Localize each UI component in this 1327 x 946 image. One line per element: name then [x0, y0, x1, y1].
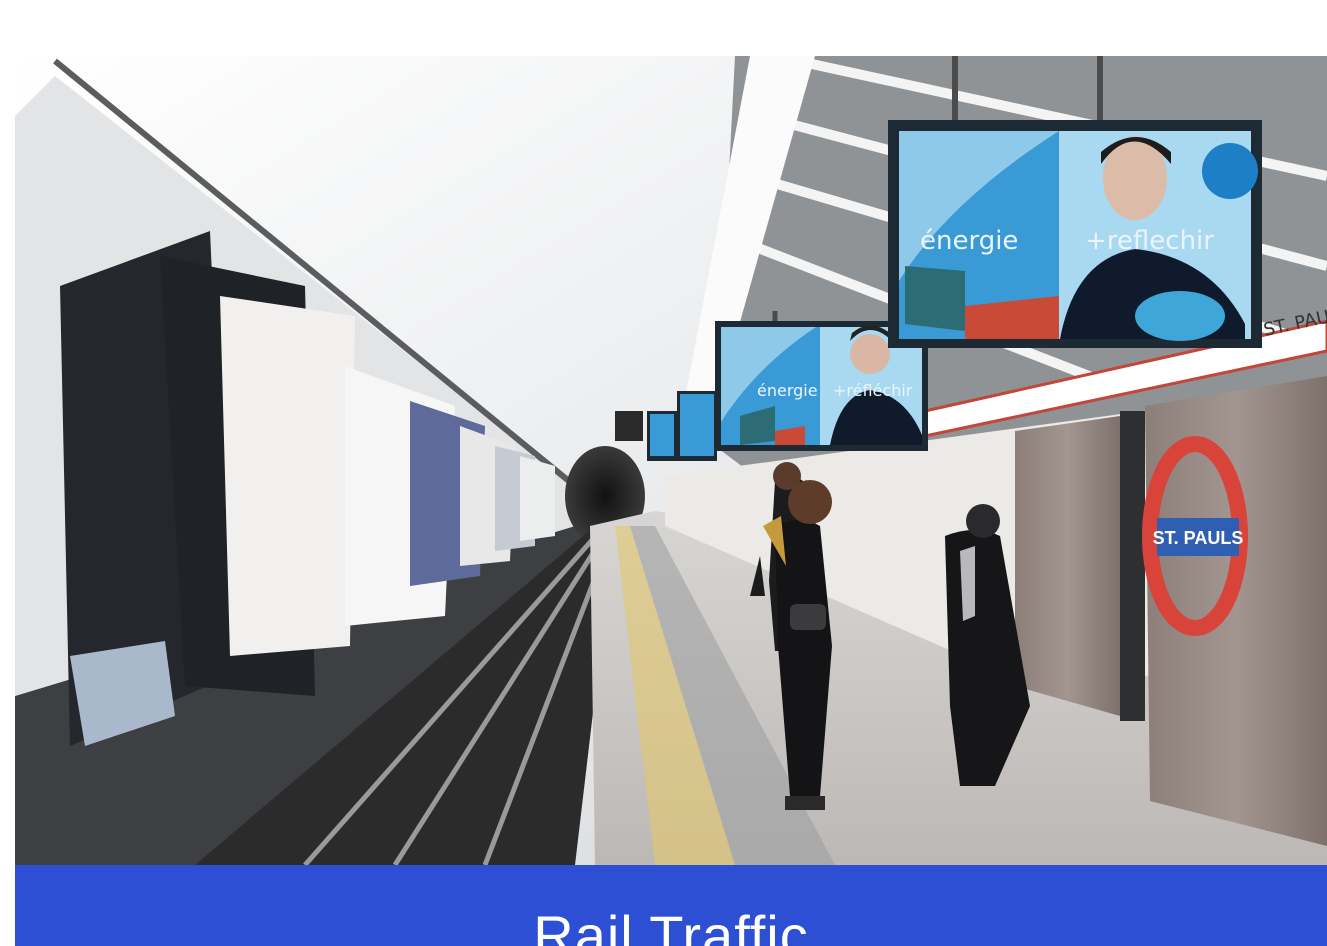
pillar-gap [1120, 411, 1145, 721]
large-screen-word-left: énergie [920, 226, 1018, 256]
large-screen-word-right: +reflechir [1085, 226, 1214, 256]
subway-platform-photo: ST. PAULS ST. PAULS énergie +réfléchir é… [15, 56, 1327, 865]
small-screen-word-right: +réfléchir [833, 381, 913, 400]
caption-title: Rail Traffic [533, 904, 809, 946]
caption-bar: Rail Traffic [15, 865, 1327, 946]
station-sign-label: ST. PAULS [1153, 528, 1244, 548]
small-screen-word-left: énergie [757, 381, 818, 400]
granite-pillar-mid [1015, 416, 1120, 716]
ad-card: ST. PAULS ST. PAULS énergie +réfléchir é… [15, 56, 1327, 946]
